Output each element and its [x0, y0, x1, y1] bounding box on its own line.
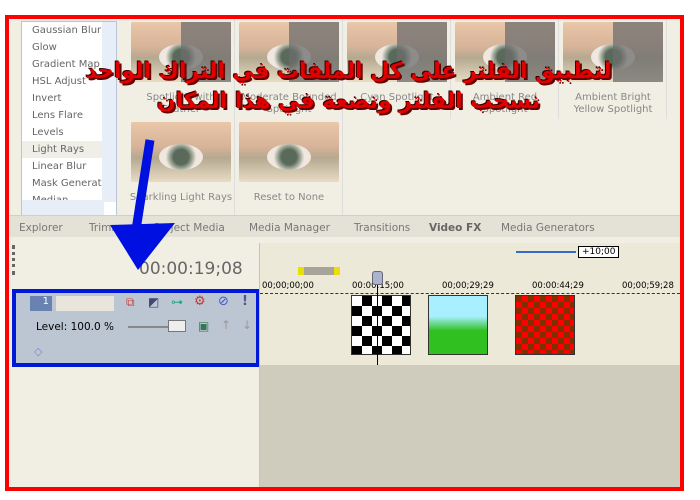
ruler-ticks [260, 293, 680, 294]
tab-media-manager[interactable]: Media Manager [249, 219, 330, 237]
ruler-label: 00;00;59;28 [622, 281, 674, 291]
drag-handle[interactable] [12, 245, 16, 275]
playhead-handle[interactable] [372, 271, 383, 285]
timeline[interactable]: +10;00 00;00;00;0000:00:15;0000;00;29;29… [259, 243, 680, 487]
track-header[interactable]: 1 ⧉ ◩ ⊶ ⚙ ⊘ ! Level: 100.0 % ▣ ↑ ↓ ◇ [12, 289, 260, 367]
arrow-up-icon[interactable]: ↑ [221, 318, 231, 332]
tab-media-generators[interactable]: Media Generators [501, 219, 595, 237]
ruler-label: 00:00:44;29 [532, 281, 584, 291]
ruler-label: 00;00;00;00 [262, 281, 314, 291]
level-slider-thumb[interactable] [168, 320, 186, 332]
track-motion-icon[interactable]: ⧉ [126, 295, 135, 310]
tab-video-fx[interactable]: Video FX [429, 219, 481, 237]
arabic-annotation: لتطبيق الفلتر على كل الملفات في التراك ا… [9, 57, 680, 117]
offset-label: +10;00 [578, 246, 620, 258]
track-name-input[interactable] [56, 296, 114, 311]
gear-icon[interactable]: ⚙ [194, 294, 206, 309]
clip-sky[interactable] [428, 295, 488, 355]
tab-explorer[interactable]: Explorer [19, 219, 63, 237]
preset-image [239, 122, 339, 182]
annotation-line-1: لتطبيق الفلتر على كل الملفات في التراك ا… [85, 59, 612, 84]
preset-label: Reset to None [253, 192, 325, 203]
track-number: 1 [30, 296, 52, 311]
empty-track-area[interactable] [260, 365, 680, 487]
eye-image [267, 144, 311, 170]
preset-thumbnail[interactable]: Reset to None [235, 119, 343, 219]
horizontal-scrollbar[interactable] [22, 200, 104, 216]
keyframe-icon[interactable]: ◇ [34, 345, 42, 358]
clip-red-checker[interactable] [515, 295, 575, 355]
mute-icon[interactable]: ⊘ [218, 294, 229, 309]
loop-region[interactable] [298, 267, 340, 275]
alpha-icon[interactable]: ▣ [198, 319, 209, 333]
preset-grid: Spotlight with Feather Moderate Bounded S… [127, 19, 680, 219]
annotation-line-2: نسحب الفلتر ونضعة في هذا المكان [156, 89, 541, 114]
level-label: Level: 100.0 % [36, 321, 114, 333]
clip-checkerboard[interactable] [351, 295, 411, 355]
blue-arrow-annotation [110, 139, 175, 270]
track-fx-icon[interactable]: ⊶ [171, 295, 183, 309]
compositing-icon[interactable]: ◩ [148, 295, 159, 309]
offset-arrow [516, 251, 576, 253]
ruler-label: 00;00;29;29 [442, 281, 494, 291]
solo-icon[interactable]: ! [242, 294, 248, 309]
tab-transitions[interactable]: Transitions [354, 219, 410, 237]
arrow-down-icon[interactable]: ↓ [242, 318, 252, 332]
